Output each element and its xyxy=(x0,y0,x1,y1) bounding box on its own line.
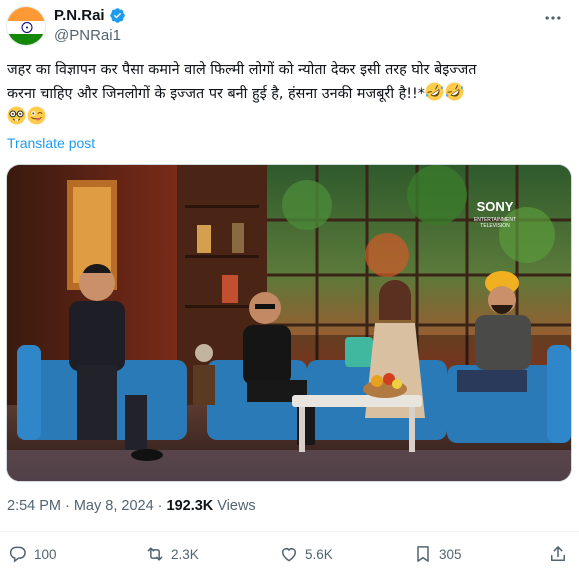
author-display-name[interactable]: P.N.Rai xyxy=(54,7,105,24)
india-flag-icon xyxy=(7,7,45,45)
talk-show-scene: SONY ENTERTAINMENT TELEVISION xyxy=(7,165,571,481)
bookmark-icon xyxy=(417,546,429,562)
bookmark-button[interactable]: 305 xyxy=(413,544,462,564)
rolling-on-floor-laughing-emoji xyxy=(425,82,444,101)
like-button[interactable]: 5.6K xyxy=(279,544,333,564)
author-handle[interactable]: @PNRai1 xyxy=(54,27,121,44)
bookmark-count: 305 xyxy=(439,546,462,562)
tweet-text-line-1: जहर का विज्ञापन कर पैसा कमाने वाले फिल्म… xyxy=(7,62,477,78)
tweet-text-line-2-content: करना चाहिए और जिनलोगों के इज्जत पर बनी ह… xyxy=(7,86,425,102)
verified-badge-icon[interactable] xyxy=(109,7,126,24)
reply-count: 100 xyxy=(34,546,57,562)
views-label: Views xyxy=(217,498,256,514)
heart-icon xyxy=(282,548,296,562)
tweet-text: जहर का विज्ञापन कर पैसा कमाने वाले फिल्म… xyxy=(7,58,573,130)
rolling-on-floor-laughing-emoji xyxy=(445,82,464,101)
reply-button[interactable]: 100 xyxy=(8,544,57,564)
like-count: 5.6K xyxy=(305,546,333,562)
divider xyxy=(0,531,579,532)
tweet-meta: 2:54 PM · May 8, 2024 · 192.3K Views xyxy=(7,498,256,514)
views-count[interactable]: 192.3K xyxy=(167,498,214,514)
tweet-media-image[interactable]: SONY ENTERTAINMENT TELEVISION xyxy=(6,164,572,482)
meta-separator-2: · xyxy=(157,498,163,514)
tweet-text-line-3 xyxy=(7,106,573,130)
repost-button[interactable]: 2.3K xyxy=(145,544,199,564)
tweet-time[interactable]: 2:54 PM xyxy=(7,498,61,514)
reply-icon xyxy=(9,546,26,563)
translate-post-link[interactable]: Translate post xyxy=(7,135,95,151)
repost-count: 2.3K xyxy=(171,546,199,562)
tweet-header: P.N.Rai @PNRai1 xyxy=(0,0,579,52)
more-options-icon[interactable] xyxy=(541,6,565,30)
winking-face-with-tongue-emoji xyxy=(27,106,46,125)
sony-logo-subtext-2: TELEVISION xyxy=(480,223,510,229)
share-icon xyxy=(551,546,565,561)
tweet-text-line-2: करना चाहिए और जिनलोगों के इज्जत पर बनी ह… xyxy=(7,82,573,106)
repost-icon xyxy=(147,547,163,561)
author-name-row[interactable]: P.N.Rai xyxy=(54,7,126,24)
nerd-face-emoji xyxy=(7,106,26,125)
meta-separator: · xyxy=(65,498,70,514)
avatar[interactable] xyxy=(6,6,46,46)
share-button[interactable] xyxy=(548,544,568,564)
action-bar: 100 2.3K 5.6K 305 xyxy=(0,544,579,570)
tweet-date[interactable]: May 8, 2024 xyxy=(74,498,154,514)
sony-logo-text: SONY xyxy=(477,199,514,214)
